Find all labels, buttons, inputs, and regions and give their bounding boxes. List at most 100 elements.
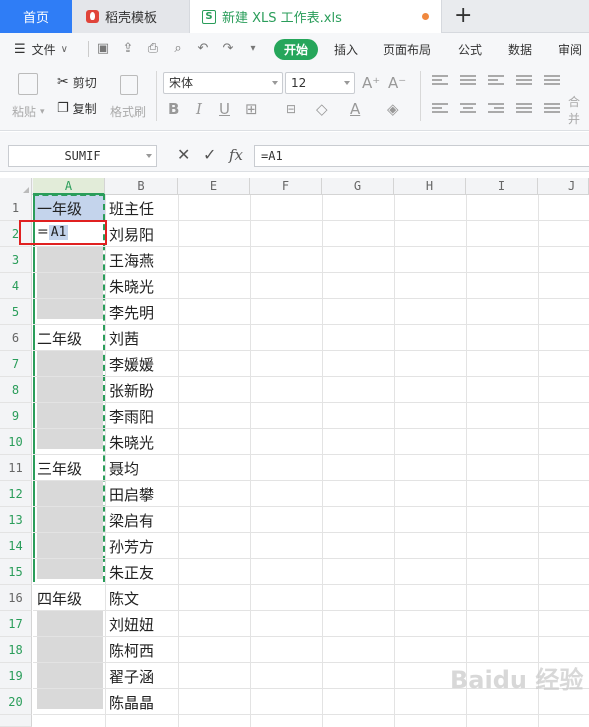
redo-icon[interactable]: ↷ xyxy=(221,42,235,56)
tab-daoke-templates[interactable]: 稻壳模板 xyxy=(72,0,190,33)
print-preview-icon[interactable]: ⌕ xyxy=(171,42,185,56)
tab-spreadsheet-file[interactable]: S 新建 XLS 工作表.xls xyxy=(190,0,442,33)
row-header-11[interactable]: 11 xyxy=(0,455,32,481)
row-header-20[interactable]: 20 xyxy=(0,689,32,715)
font-name-select[interactable]: 宋体 xyxy=(163,72,283,94)
cell-b8[interactable]: 张新盼 xyxy=(106,380,154,401)
column-header-i[interactable]: I xyxy=(466,178,538,195)
borders-icon[interactable]: ⊞ xyxy=(245,101,258,117)
clear-format-icon[interactable]: ◈ xyxy=(387,101,399,117)
formula-input[interactable]: =A1 xyxy=(254,145,589,167)
cell-a6[interactable]: 二年级 xyxy=(34,328,82,349)
row-header-18[interactable]: 18 xyxy=(0,637,32,663)
tab-review[interactable]: 审阅 xyxy=(558,33,582,65)
paste-dropdown-icon[interactable]: ▾ xyxy=(40,107,45,117)
save-icon[interactable]: ▣ xyxy=(96,42,110,56)
row-header-16[interactable]: 16 xyxy=(0,585,32,611)
bold-icon[interactable]: B xyxy=(168,101,179,117)
row-header-4[interactable]: 4 xyxy=(0,273,32,299)
undo-icon[interactable]: ↶ xyxy=(196,42,210,56)
column-header-j[interactable]: J xyxy=(538,178,589,195)
row-header-13[interactable]: 13 xyxy=(0,507,32,533)
row-header-5[interactable]: 5 xyxy=(0,299,32,325)
new-tab-button[interactable]: + xyxy=(454,3,472,29)
decrease-font-icon[interactable]: A⁻ xyxy=(388,75,406,91)
justify-icon[interactable] xyxy=(516,103,532,115)
strikethrough-icon[interactable]: ⊟ xyxy=(286,101,296,117)
insert-function-icon[interactable]: fx xyxy=(229,145,243,165)
tab-insert[interactable]: 插入 xyxy=(334,33,358,65)
align-right-icon[interactable] xyxy=(488,103,504,115)
cell-b19[interactable]: 翟子涵 xyxy=(106,666,154,687)
row-header-19[interactable]: 19 xyxy=(0,663,32,689)
cell-b20[interactable]: 陈晶晶 xyxy=(106,692,154,713)
confirm-icon[interactable]: ✓ xyxy=(203,145,216,165)
quick-access-dropdown-icon[interactable]: ▾ xyxy=(246,42,260,56)
file-menu[interactable]: ☰ 文件 ∨ xyxy=(14,33,68,65)
row-header-17[interactable]: 17 xyxy=(0,611,32,637)
tab-formulas[interactable]: 公式 xyxy=(458,33,482,65)
merge-button[interactable]: 合并 xyxy=(568,93,589,127)
cell-b6[interactable]: 刘茜 xyxy=(106,328,139,349)
cell-a16[interactable]: 四年级 xyxy=(34,588,82,609)
row-header-10[interactable]: 10 xyxy=(0,429,32,455)
tab-home[interactable]: 首页 xyxy=(0,0,72,33)
select-all-corner[interactable] xyxy=(0,178,32,195)
column-header-f[interactable]: F xyxy=(250,178,322,195)
row-header-15[interactable]: 15 xyxy=(0,559,32,585)
column-header-h[interactable]: H xyxy=(394,178,466,195)
cell-b1[interactable]: 班主任 xyxy=(106,198,154,219)
cell-a11[interactable]: 三年级 xyxy=(34,458,82,479)
italic-icon[interactable]: I xyxy=(196,101,202,117)
cell-b11[interactable]: 聂均 xyxy=(106,458,139,479)
row-header-14[interactable]: 14 xyxy=(0,533,32,559)
cell-b15[interactable]: 朱正友 xyxy=(106,562,154,583)
tab-data[interactable]: 数据 xyxy=(508,33,532,65)
align-left-icon[interactable] xyxy=(432,103,448,115)
name-box[interactable]: SUMIF xyxy=(8,145,157,167)
cell-b7[interactable]: 李媛媛 xyxy=(106,354,154,375)
cell-a1[interactable]: 一年级 xyxy=(34,198,82,219)
cell-b16[interactable]: 陈文 xyxy=(106,588,139,609)
increase-font-icon[interactable]: A⁺ xyxy=(362,75,380,91)
column-header-a[interactable]: A xyxy=(33,178,105,195)
cell-b5[interactable]: 李先明 xyxy=(106,302,154,323)
outdent-icon[interactable] xyxy=(544,75,560,87)
column-header-b[interactable]: B xyxy=(105,178,178,195)
row-header-7[interactable]: 7 xyxy=(0,351,32,377)
indent-icon[interactable] xyxy=(516,75,532,87)
cell-b12[interactable]: 田启攀 xyxy=(106,484,154,505)
column-header-g[interactable]: G xyxy=(322,178,394,195)
underline-icon[interactable]: U xyxy=(219,101,230,117)
row-header-12[interactable]: 12 xyxy=(0,481,32,507)
align-top-icon[interactable] xyxy=(432,75,448,87)
cell-b2[interactable]: 刘易阳 xyxy=(106,224,154,245)
row-header-21[interactable] xyxy=(0,715,32,727)
cancel-icon[interactable]: ✕ xyxy=(177,145,190,165)
cell-b14[interactable]: 孙芳方 xyxy=(106,536,154,557)
column-header-e[interactable]: E xyxy=(178,178,250,195)
cell-b9[interactable]: 李雨阳 xyxy=(106,406,154,427)
cell-b17[interactable]: 刘妞妞 xyxy=(106,614,154,635)
row-header-8[interactable]: 8 xyxy=(0,377,32,403)
cell-b18[interactable]: 陈柯西 xyxy=(106,640,154,661)
cell-b13[interactable]: 梁启有 xyxy=(106,510,154,531)
align-middle-icon[interactable] xyxy=(460,75,476,87)
font-color-icon[interactable]: A xyxy=(350,101,360,117)
distributed-icon[interactable] xyxy=(544,103,560,115)
tab-home-ribbon[interactable]: 开始 xyxy=(274,39,318,60)
font-size-select[interactable]: 12 xyxy=(285,72,355,94)
align-bottom-icon[interactable] xyxy=(488,75,504,87)
tab-page-layout[interactable]: 页面布局 xyxy=(383,33,431,65)
cell-b10[interactable]: 朱晓光 xyxy=(106,432,154,453)
fill-color-icon[interactable]: ◇ xyxy=(316,101,328,117)
print-icon[interactable]: ⎙ xyxy=(146,42,160,56)
row-header-1[interactable]: 1 xyxy=(0,195,32,221)
row-header-9[interactable]: 9 xyxy=(0,403,32,429)
cell-b4[interactable]: 朱晓光 xyxy=(106,276,154,297)
row-header-3[interactable]: 3 xyxy=(0,247,32,273)
cut-button[interactable]: ✂ 剪切 xyxy=(57,73,97,91)
copy-button[interactable]: ❐ 复制 xyxy=(57,99,97,117)
format-painter-button[interactable]: 格式刷 xyxy=(110,71,150,123)
row-header-6[interactable]: 6 xyxy=(0,325,32,351)
